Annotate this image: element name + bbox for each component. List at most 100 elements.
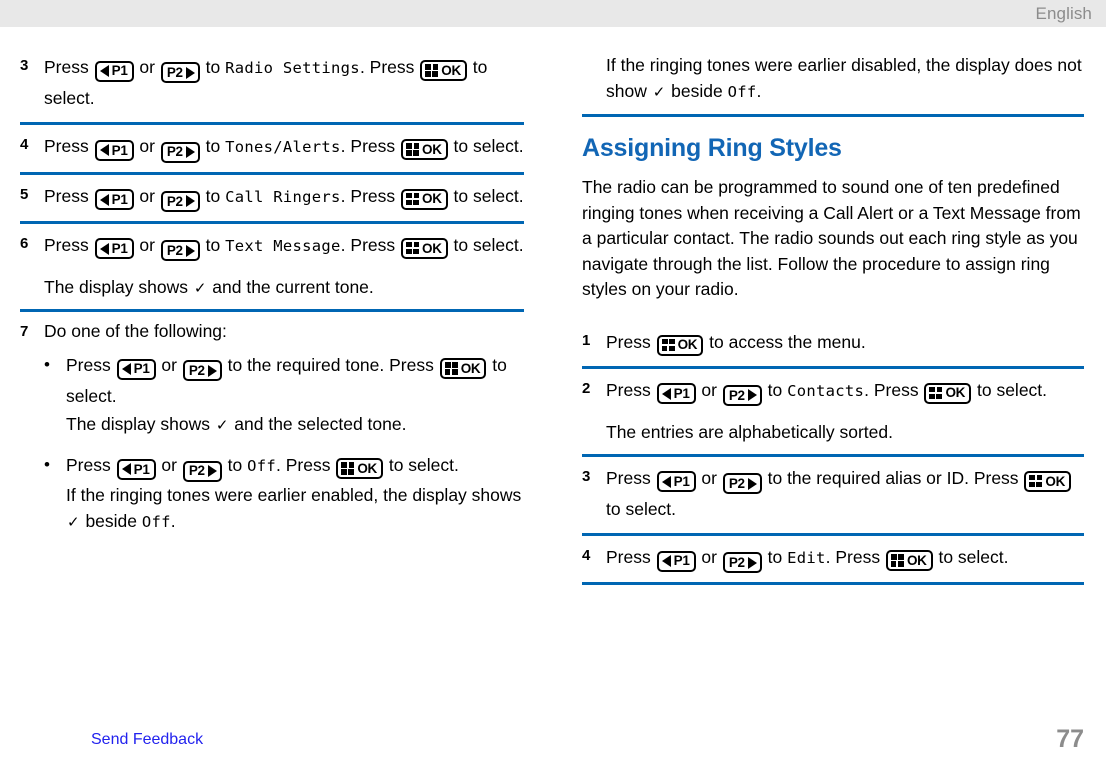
menu-grid-icon — [406, 241, 419, 255]
bullet-list: • Press P1 or P2 to the required tone. Pr… — [44, 350, 524, 535]
key-p1-left-arrow: P1 — [94, 189, 134, 210]
numbered-step: 4 Press P1 or P2 to Tones/Alerts. Press O… — [20, 125, 524, 171]
step-line: Press P1 or P2 to Text Message. Press OK… — [44, 230, 524, 261]
step-line: Press P1 or P2 to Call Ringers. Press OK… — [44, 181, 524, 212]
step-separator — [582, 582, 1084, 586]
menu-grid-icon — [661, 338, 675, 352]
display-text: Tones/Alerts — [225, 138, 341, 157]
menu-grid-icon — [444, 362, 458, 375]
header-language-label: English — [1035, 4, 1092, 23]
key-label: P2 — [166, 193, 183, 209]
key-label: P1 — [133, 461, 150, 477]
left-arrow-icon — [99, 144, 109, 157]
step-number: 3 — [20, 57, 29, 74]
key-label: P1 — [673, 474, 690, 489]
key-label: P2 — [166, 65, 183, 80]
display-text: Off — [247, 457, 276, 476]
step-line: The entries are alphabetically sorted. — [606, 421, 893, 442]
key-label: OK — [422, 191, 442, 207]
key-label: P1 — [111, 63, 128, 79]
step-line: Press P1 or P2 to Contacts. Press OK to … — [606, 375, 1084, 406]
step-line: Press P1 or P2 to Edit. Press OK to sele… — [606, 542, 1084, 574]
key-p1-left-arrow: P1 — [656, 471, 696, 493]
section-heading: Assigning Ring Styles — [582, 134, 842, 162]
step-number: 3 — [582, 467, 591, 485]
key-p2-right-arrow: P2 — [722, 552, 762, 574]
key-p2-right-arrow: P2 — [182, 360, 222, 382]
bullet-marker: • — [44, 355, 50, 374]
bullet-note: The display shows ✓ and the selected ton… — [66, 414, 407, 435]
checkmark-icon: ✓ — [215, 417, 229, 435]
key-p2-right-arrow: P2 — [722, 384, 762, 406]
key-label: P1 — [111, 191, 128, 207]
key-label: OK — [460, 360, 481, 376]
key-menu-ok: OK — [420, 60, 467, 81]
key-p1-left-arrow: P1 — [94, 238, 134, 260]
bullet-item: • Press P1 or P2 to the required tone. Pr… — [44, 350, 524, 437]
step-separator — [582, 114, 1084, 117]
key-label: P2 — [188, 463, 205, 479]
numbered-step: 1 Press OK to access the menu. — [582, 321, 1084, 366]
checkmark-icon: ✓ — [652, 84, 666, 101]
right-arrow-icon — [185, 66, 195, 79]
continued-step-body: If the ringing tones were earlier disabl… — [582, 46, 1084, 114]
key-label: P2 — [728, 475, 745, 491]
numbered-step: 3 Press P1 or P2 to the required alias or… — [582, 457, 1084, 533]
key-label: OK — [422, 240, 442, 256]
key-menu-ok: OK — [401, 139, 448, 161]
key-label: OK — [441, 62, 461, 78]
key-label: OK — [677, 337, 698, 353]
numbered-step: 2 Press P1 or P2 to Contacts. Press OK to… — [582, 369, 1084, 454]
key-label: OK — [357, 461, 377, 476]
key-label: P1 — [111, 142, 128, 158]
key-p1-left-arrow: P1 — [656, 383, 696, 404]
bullet-body: Press P1 or P2 to the required tone. Pre… — [66, 350, 524, 437]
menu-grid-icon — [1029, 474, 1043, 488]
right-arrow-icon — [207, 364, 217, 377]
left-arrow-icon — [99, 65, 109, 77]
key-p1-left-arrow: P1 — [94, 60, 134, 82]
step-number: 7 — [20, 323, 29, 340]
step-body: Press P1 or P2 to Radio Settings. Press … — [44, 52, 524, 113]
key-menu-ok: OK — [439, 358, 487, 379]
menu-grid-icon — [341, 462, 355, 475]
left-arrow-icon — [121, 463, 131, 476]
key-menu-ok: OK — [401, 188, 448, 210]
page-footer: Send Feedback 77 — [0, 718, 1106, 761]
checkmark-icon: ✓ — [67, 513, 80, 531]
menu-grid-icon — [425, 64, 439, 77]
step-body: Press P1 or P2 to the required alias or … — [606, 463, 1084, 524]
step-line: Press P1 or P2 to Radio Settings. Press … — [44, 57, 488, 109]
right-arrow-icon — [185, 146, 195, 158]
display-text: Contacts — [787, 381, 865, 400]
left-arrow-icon — [99, 242, 109, 255]
bullet-note: If the ringing tones were earlier enable… — [66, 484, 522, 531]
display-text: Radio Settings — [225, 59, 360, 77]
key-label: P2 — [188, 363, 205, 378]
key-label: OK — [945, 385, 966, 401]
numbered-step: 5 Press P1 or P2 to Call Ringers. Press O… — [20, 175, 524, 221]
key-p1-left-arrow: P1 — [116, 458, 156, 480]
key-menu-ok: OK — [401, 237, 448, 259]
step-number: 4 — [20, 136, 29, 154]
key-label: P1 — [133, 361, 150, 377]
key-p1-left-arrow: P1 — [94, 139, 134, 161]
bullet-body: Press P1 or P2 to Off. Press OK to selec… — [66, 450, 524, 534]
step-body: Press P1 or P2 to Text Message. Press OK… — [44, 230, 524, 300]
step-number: 1 — [582, 331, 591, 349]
right-arrow-icon — [185, 195, 195, 208]
step-intro-text: Do one of the following: — [44, 321, 227, 341]
right-arrow-icon — [747, 556, 757, 569]
step-body: Do one of the following: • Press P1 or P2 … — [44, 318, 524, 548]
display-text: Call Ringers — [225, 187, 341, 206]
key-p1-left-arrow: P1 — [656, 550, 696, 572]
bullet-marker: • — [44, 455, 50, 475]
menu-grid-icon — [929, 386, 943, 400]
step-body: Press P1 or P2 to Edit. Press OK to sele… — [606, 542, 1084, 574]
send-feedback-link[interactable]: Send Feedback — [91, 731, 203, 749]
key-label: P2 — [166, 242, 183, 258]
step-body: Press OK to access the menu. — [606, 327, 1084, 357]
key-label: P2 — [728, 555, 745, 570]
checkmark-icon: ✓ — [193, 280, 207, 297]
step-body: Press P1 or P2 to Call Ringers. Press OK… — [44, 181, 524, 212]
